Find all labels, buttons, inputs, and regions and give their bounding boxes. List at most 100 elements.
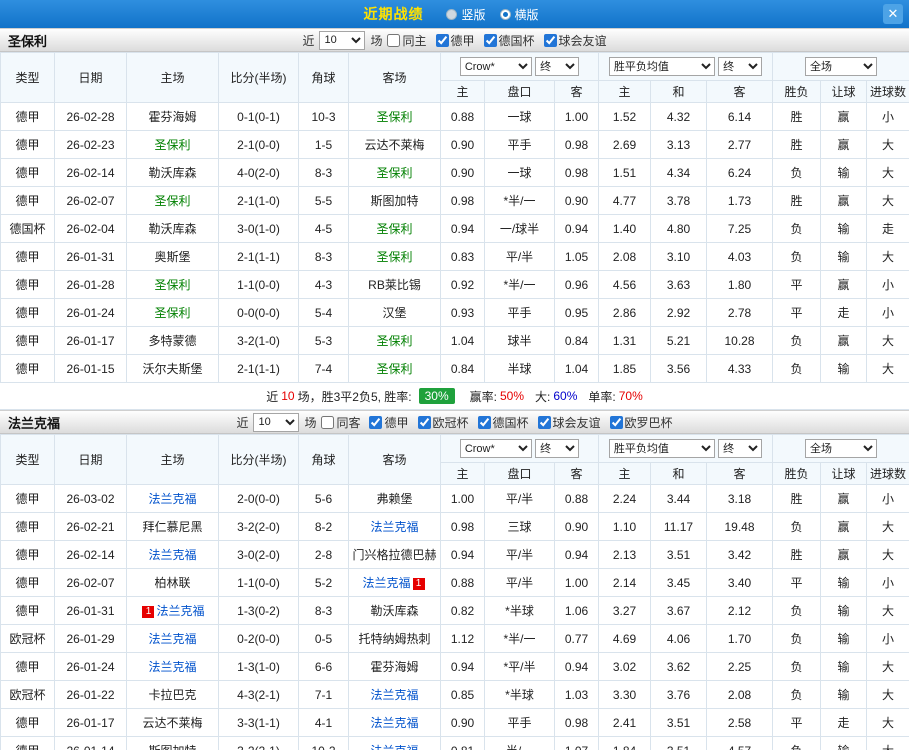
handicap-group-header: Crow* 终	[440, 434, 599, 463]
filter-checkbox-input[interactable]	[417, 415, 431, 429]
league-filter-list: 同客 德甲 欧冠杯 德国杯 球会友谊 欧罗巴杯	[321, 414, 673, 431]
col-result-wdl: 胜负	[772, 462, 822, 485]
odds-average-select[interactable]: 胜平负均值	[608, 57, 715, 76]
filter-checkbox-input[interactable]	[477, 415, 491, 429]
handicap-final-select[interactable]: 终	[535, 439, 580, 458]
away-water-odds: 0.96	[554, 270, 599, 299]
home-team-name: 云达不莱梅	[142, 716, 203, 730]
match-count-select[interactable]: 10	[253, 412, 300, 432]
result-win-draw-lose: 平	[772, 708, 822, 737]
filter-checkbox[interactable]: 欧罗巴杯	[609, 414, 673, 431]
odds-final-select[interactable]: 终	[718, 439, 763, 458]
corner-score: 4-5	[298, 214, 349, 243]
home-team: 柏林联	[126, 568, 219, 597]
corner-score: 8-2	[298, 512, 349, 541]
close-icon[interactable]: ✕	[883, 4, 903, 24]
away-team: 圣保利	[348, 214, 441, 243]
filter-checkbox-input[interactable]	[435, 33, 449, 47]
away-team-name: 圣保利	[376, 250, 413, 264]
league-filter-list: 同主 德甲 德国杯 球会友谊	[387, 32, 607, 49]
layout-radio-horizontal[interactable]: 横版	[499, 6, 539, 23]
away-team-name: 托特纳姆热刺	[358, 632, 431, 646]
result-win-draw-lose: 负	[772, 326, 822, 355]
result-handicap: 输	[820, 214, 868, 243]
filter-bar: 近 10 场 同客 德甲 欧冠杯 德国杯 球会友谊 欧罗巴杯	[236, 412, 673, 432]
result-win-draw-lose: 负	[772, 214, 822, 243]
home-team: 圣保利	[126, 130, 219, 159]
filter-checkbox[interactable]: 德国杯	[483, 32, 535, 49]
odds-average-select[interactable]: 胜平负均值	[608, 439, 715, 458]
big-rate-value: 60%	[553, 389, 578, 403]
result-handicap: 输	[820, 736, 868, 750]
filter-checkbox-input[interactable]	[537, 415, 551, 429]
handicap-final-select[interactable]: 终	[535, 57, 580, 76]
col-odds-draw: 和	[650, 80, 707, 103]
odds-draw: 3.10	[650, 242, 707, 271]
odds-home: 1.51	[598, 158, 651, 187]
filter-checkbox-input[interactable]	[369, 415, 383, 429]
result-win-draw-lose: 胜	[772, 540, 822, 569]
odds-draw: 3.76	[650, 680, 707, 709]
home-water-odds: 0.85	[440, 680, 485, 709]
filter-checkbox-input[interactable]	[321, 415, 335, 429]
col-handicap-home-water: 主	[440, 80, 485, 103]
odds-away: 1.73	[705, 186, 774, 215]
red-card-badge: 1	[142, 606, 155, 618]
col-date: 日期	[54, 52, 127, 103]
col-odds-away: 客	[705, 462, 774, 485]
fullmatch-select[interactable]: 全场	[805, 57, 878, 76]
handicap-line: 一球	[484, 158, 555, 187]
col-odds-draw: 和	[650, 462, 707, 485]
handicap-line: 平/半	[484, 484, 555, 513]
filter-checkbox[interactable]: 德甲	[435, 32, 475, 49]
odds-home: 4.56	[598, 270, 651, 299]
league-type-cell: 德甲	[0, 512, 55, 541]
filter-checkbox-label: 球会友谊	[552, 415, 601, 430]
result-goals: 大	[866, 736, 909, 750]
odds-draw: 3.56	[650, 354, 707, 383]
match-date: 26-02-07	[54, 568, 127, 597]
filter-checkbox[interactable]: 球会友谊	[537, 414, 601, 431]
match-date: 26-01-31	[54, 242, 127, 271]
radio-icon-vertical[interactable]	[446, 8, 458, 20]
filter-checkbox[interactable]: 同客	[321, 414, 360, 431]
col-away: 客场	[348, 434, 441, 485]
filter-checkbox[interactable]: 欧冠杯	[417, 414, 469, 431]
filter-checkbox[interactable]: 德国杯	[477, 414, 529, 431]
handicap-line: 一球	[484, 102, 555, 131]
result-win-draw-lose: 负	[772, 624, 822, 653]
layout-radio-vertical[interactable]: 竖版	[446, 6, 486, 23]
odds-away: 1.80	[705, 270, 774, 299]
filter-checkbox-input[interactable]	[387, 33, 401, 47]
odds-home: 3.02	[598, 652, 651, 681]
league-type-cell: 德甲	[0, 158, 55, 187]
col-score: 比分(半场)	[218, 434, 299, 485]
handicap-line: 半球	[484, 354, 555, 383]
filter-checkbox[interactable]: 德甲	[369, 414, 409, 431]
away-water-odds: 0.77	[554, 624, 599, 653]
filter-checkbox-input[interactable]	[609, 415, 623, 429]
handicap-line: 平手	[484, 708, 555, 737]
match-count-select[interactable]: 10	[319, 30, 366, 50]
bookmaker-select[interactable]: Crow*	[459, 439, 532, 458]
radio-icon-horizontal[interactable]	[499, 8, 511, 20]
odds-final-select[interactable]: 终	[718, 57, 763, 76]
home-team-name: 圣保利	[154, 138, 191, 152]
corner-score: 7-1	[298, 680, 349, 709]
radio-label-horizontal: 横版	[514, 7, 539, 22]
home-water-odds: 0.82	[440, 596, 485, 625]
result-handicap: 赢	[820, 102, 868, 131]
filter-checkbox-input[interactable]	[483, 33, 497, 47]
filter-checkbox[interactable]: 同主	[387, 32, 427, 49]
result-handicap: 赢	[820, 484, 868, 513]
away-team-name: 法兰克福	[370, 520, 419, 534]
away-team: 圣保利	[348, 354, 441, 383]
filter-checkbox-input[interactable]	[543, 33, 557, 47]
corner-score: 5-3	[298, 326, 349, 355]
bookmaker-select[interactable]: Crow*	[459, 57, 532, 76]
corner-score: 5-4	[298, 298, 349, 327]
fullmatch-select[interactable]: 全场	[805, 439, 878, 458]
filter-checkbox[interactable]: 球会友谊	[543, 32, 607, 49]
match-score: 2-1(1-1)	[218, 354, 299, 383]
result-win-draw-lose: 负	[772, 158, 822, 187]
